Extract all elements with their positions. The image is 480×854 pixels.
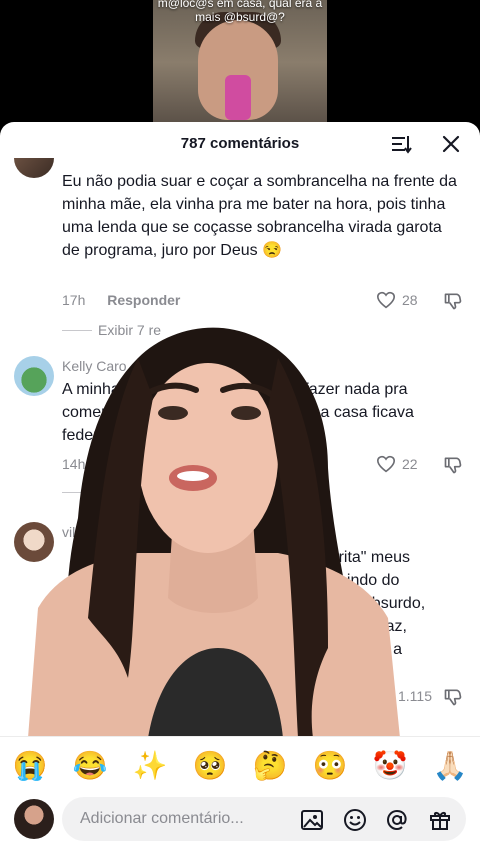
sort-icon[interactable] <box>391 134 413 154</box>
comment-username: Kelly Caro <box>62 358 127 374</box>
emoji-laughing[interactable]: 😂 <box>73 751 108 781</box>
view-replies-button[interactable]: Exibir 7 re <box>62 322 161 338</box>
emoji-quick-bar: 😭 😂 ✨ 🥺 🤔 😳 🤡 🙏🏻 <box>0 736 480 795</box>
comments-list: Eu não podia suar e coçar a sombrancelha… <box>0 158 480 738</box>
avatar[interactable] <box>14 158 54 178</box>
dislike-icon[interactable] <box>443 291 463 311</box>
emoji-pray[interactable]: 🙏🏻 <box>433 751 468 781</box>
emoji-flushed[interactable]: 😳 <box>313 751 348 781</box>
view-replies-button[interactable]: Exibir 30 respo <box>62 718 191 734</box>
like-button[interactable]: 28 <box>376 291 418 309</box>
like-button[interactable]: 1.115 <box>398 688 432 704</box>
comment-time: 1d <box>62 688 78 704</box>
heart-icon <box>376 291 396 309</box>
avatar[interactable] <box>14 356 54 396</box>
emoji-sparkles[interactable]: ✨ <box>133 751 168 781</box>
like-button[interactable]: 22 <box>376 455 418 473</box>
dislike-icon[interactable] <box>443 455 463 475</box>
avatar <box>14 799 54 839</box>
comment-text: Eu não podia suar e coçar a sombrancelha… <box>62 173 457 259</box>
comment-input-bar: Adicionar comentário... <box>0 794 480 854</box>
like-count: 22 <box>402 456 418 472</box>
video-caption: m@loc@s em casa, qual era a mais @bsurd@… <box>157 0 323 24</box>
comment-input-placeholder: Adicionar comentário... <box>80 810 244 827</box>
video-background: m@loc@s em casa, qual era a mais @bsurd@… <box>0 0 480 125</box>
reply-button[interactable]: Responder <box>107 292 180 308</box>
emoji-thinking[interactable]: 🤔 <box>253 751 288 781</box>
emoji-icon[interactable] <box>343 808 367 832</box>
comment-text: "irrita" meus saindo do vel absurdo, em … <box>60 549 426 681</box>
view-replies-button[interactable]: E <box>62 484 107 500</box>
close-icon[interactable] <box>441 134 461 154</box>
emoji-clown[interactable]: 🤡 <box>373 751 408 781</box>
comment-meta: 17h Responder <box>62 292 180 308</box>
like-count: 28 <box>402 292 418 308</box>
dislike-icon[interactable] <box>443 687 463 707</box>
heart-icon <box>376 455 396 473</box>
emoji-crying[interactable]: 😭 <box>13 751 48 781</box>
comment-time: 14h <box>62 456 86 472</box>
gift-icon[interactable] <box>428 808 452 832</box>
avatar[interactable] <box>14 522 54 562</box>
comment-time: 17h <box>62 292 86 308</box>
comment-username: vilsvi <box>62 524 93 540</box>
like-count: 1.115 <box>398 688 432 704</box>
emoji-pleading[interactable]: 🥺 <box>193 751 228 781</box>
comment-input[interactable]: Adicionar comentário... <box>62 797 466 841</box>
image-icon[interactable] <box>300 808 324 832</box>
comment-text: A minha gente fazer nada pra comer d dizia… <box>62 381 414 444</box>
mention-icon[interactable] <box>385 808 409 832</box>
